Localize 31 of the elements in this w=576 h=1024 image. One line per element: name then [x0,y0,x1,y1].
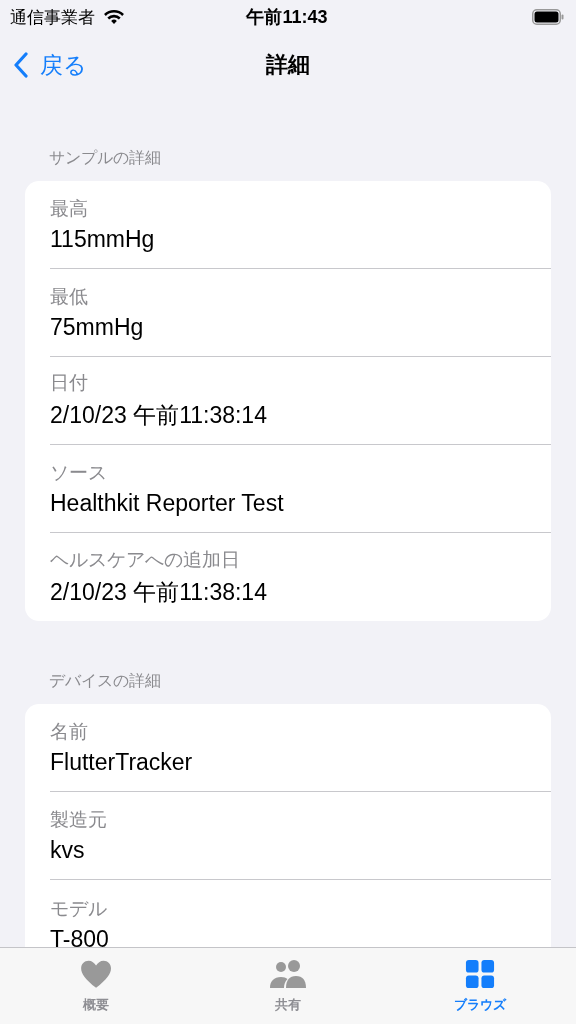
field-value: 75mmHg [50,314,145,341]
battery-icon [532,9,564,25]
field-label: ヘルスケアへの追加日 [50,547,241,572]
carrier-name: 通信事業者 [10,6,95,29]
field-value: Healthkit Reporter Test [50,490,285,517]
section-header: サンプルの詳細 [48,148,162,168]
field-value: T-800 [50,925,110,947]
section-header: デバイスの詳細 [48,671,162,691]
field-label: 最低 [50,285,89,309]
field-label: 製造元 [50,808,108,832]
field-value: 115mmHg [50,226,156,253]
tab-item[interactable]: 共有 [192,948,384,1024]
tab-item[interactable]: 概要 [0,948,192,1024]
tab-item[interactable]: ブラウズ [384,948,576,1024]
field-value: 2/10/23 午前11:38:14 [50,401,268,430]
field-label: 名前 [50,720,89,744]
field-label: ソース [50,461,108,485]
grid-icon [464,958,496,990]
field-value: 2/10/23 午前11:38:14 [50,577,268,607]
field-label: モデル [50,896,108,921]
field-label: 最高 [50,197,89,221]
status-time: 午前11:43 [246,6,328,29]
people-icon [268,958,308,990]
field-value: kvs [50,837,86,864]
heart-icon [78,958,114,990]
chevron-icon [14,52,28,78]
field-value: FlutterTracker [50,749,194,776]
back-button[interactable]: 戻る [0,49,87,81]
screen-title: 詳細 [266,51,310,79]
wifi-icon [103,9,125,25]
field-label: 日付 [50,371,89,395]
